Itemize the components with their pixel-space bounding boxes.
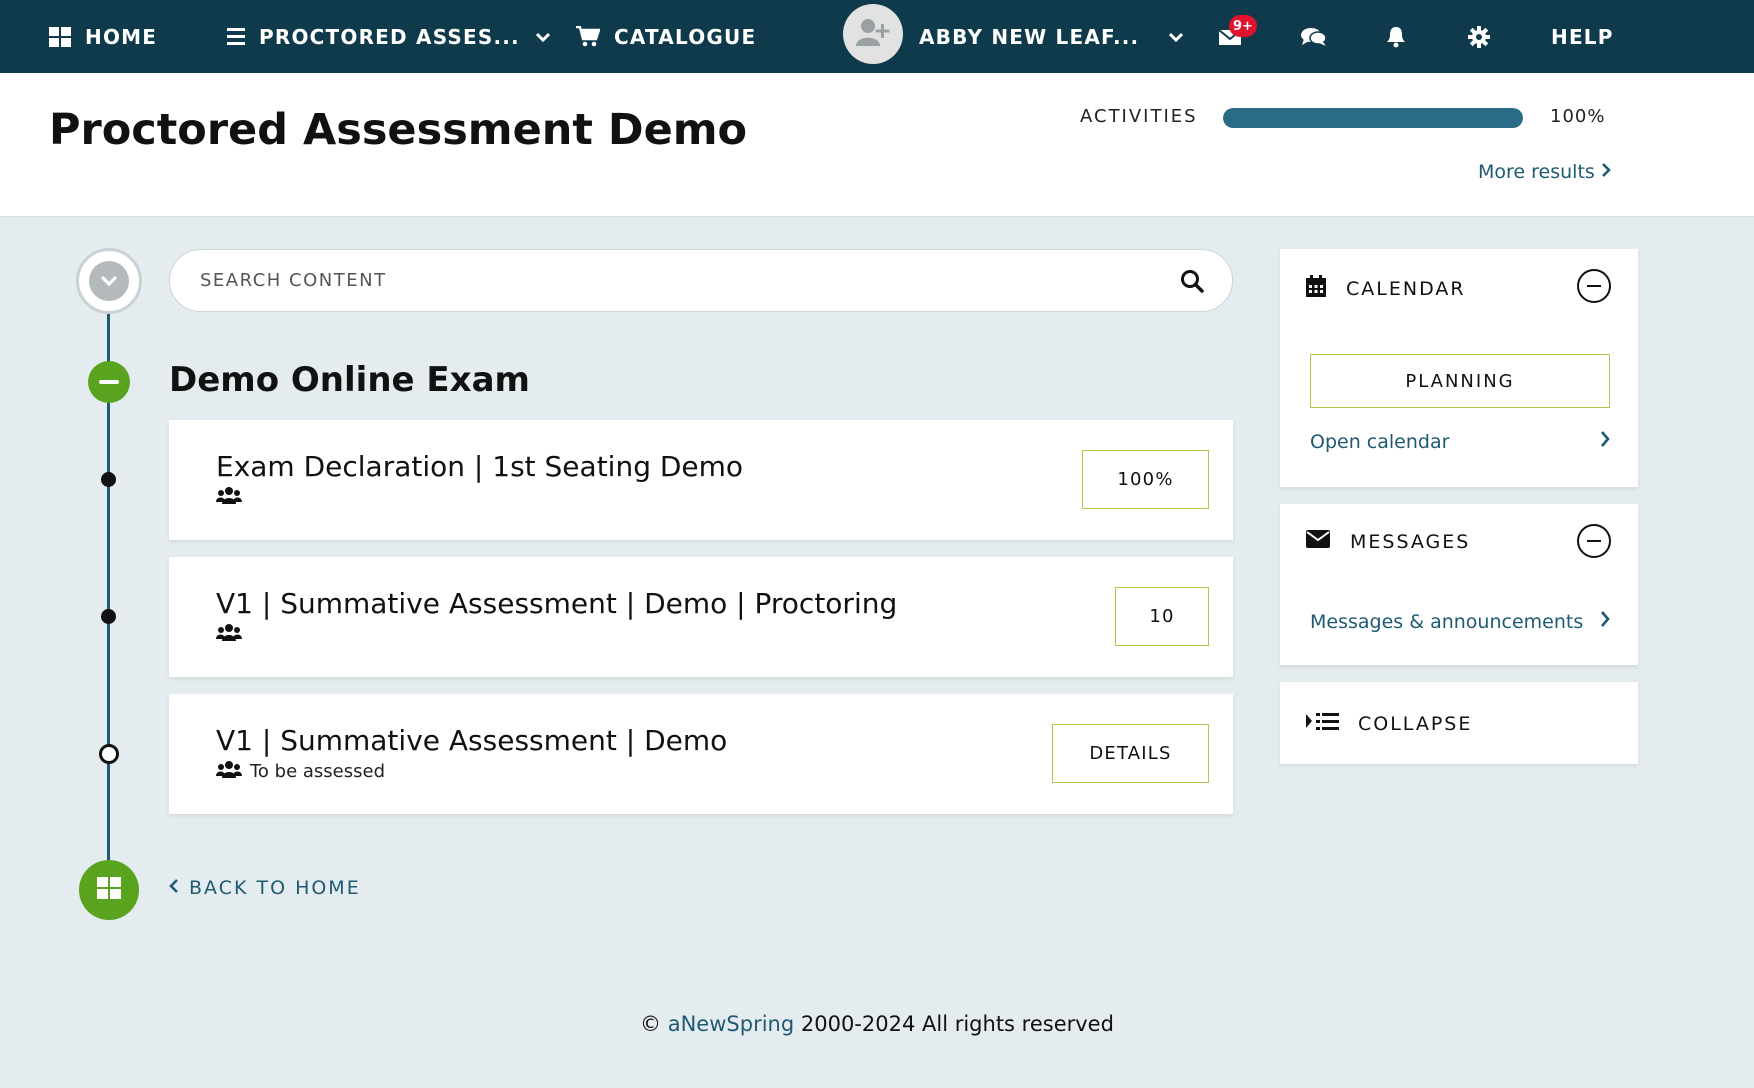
search-bar (169, 249, 1233, 312)
activity-status: To be assessed (250, 761, 386, 782)
timeline-dot-open (99, 744, 119, 764)
users-icon (216, 623, 242, 646)
calendar-icon (1306, 275, 1326, 302)
activity-score-button[interactable]: 10 (1115, 587, 1209, 646)
activities-progress-fill (1223, 108, 1523, 128)
search-icon[interactable] (1180, 269, 1204, 297)
activity-card[interactable]: Exam Declaration | 1st Seating Demo 100% (169, 420, 1233, 540)
nav-catalogue-label: CATALOGUE (614, 24, 757, 49)
envelope-icon (1306, 530, 1330, 553)
collapse-panel-title: COLLAPSE (1358, 712, 1473, 735)
top-navigation-bar: HOME PROCTORED ASSES... CATALOGUE ABBY N… (0, 0, 1754, 73)
activities-progress-bar (1223, 108, 1523, 128)
avatar[interactable] (843, 4, 903, 64)
more-results-link[interactable]: More results (1478, 161, 1611, 183)
activity-title: V1 | Summative Assessment | Demo (216, 724, 728, 757)
activity-meta (216, 623, 250, 646)
nav-catalogue[interactable]: CATALOGUE (576, 0, 756, 73)
section-collapse-toggle[interactable] (88, 361, 130, 403)
back-to-home-link[interactable]: BACK TO HOME (169, 877, 361, 899)
nav-user-dropdown[interactable]: ABBY NEW LEAF... (919, 0, 1184, 73)
nav-user-label: ABBY NEW LEAF... (919, 24, 1140, 49)
cart-icon (576, 26, 600, 47)
messages-collapse-toggle[interactable] (1577, 524, 1611, 558)
messages-announcements-link[interactable]: Messages & announcements (1310, 610, 1610, 633)
collapse-panel[interactable]: COLLAPSE (1280, 682, 1638, 764)
activity-card[interactable]: V1 | Summative Assessment | Demo To be a… (169, 694, 1233, 814)
calendar-panel-title: CALENDAR (1346, 277, 1466, 300)
nav-home[interactable]: HOME (49, 0, 157, 73)
chevron-left-icon (169, 877, 179, 899)
open-calendar-label: Open calendar (1310, 430, 1450, 453)
messages-panel-header: MESSAGES (1306, 530, 1470, 553)
nav-course-label: PROCTORED ASSES... (259, 24, 520, 49)
minus-icon (1587, 540, 1601, 542)
nav-home-label: HOME (85, 24, 158, 49)
bell-icon (1386, 26, 1406, 48)
users-icon (216, 760, 242, 783)
gear-icon (1468, 25, 1490, 48)
activities-label: ACTIVITIES (1080, 106, 1198, 127)
chevron-down-icon (1169, 32, 1184, 42)
nav-notifications[interactable] (1386, 0, 1406, 73)
activity-title: V1 | Summative Assessment | Demo | Proct… (216, 587, 898, 620)
messages-panel: MESSAGES Messages & announcements (1280, 504, 1638, 665)
activity-meta (216, 486, 250, 509)
chevron-right-icon (1600, 610, 1610, 633)
back-to-home-label: BACK TO HOME (189, 877, 361, 899)
footer-brand-link[interactable]: aNewSpring (668, 1012, 794, 1036)
messages-announcements-label: Messages & announcements (1310, 610, 1584, 633)
chevron-down-circle-icon (89, 261, 129, 301)
calendar-collapse-toggle[interactable] (1577, 269, 1611, 303)
dashboard-icon (49, 26, 71, 47)
activity-meta: To be assessed (216, 760, 385, 783)
timeline-dot-completed (101, 472, 116, 487)
collapse-panel-header: COLLAPSE (1306, 711, 1472, 736)
more-results-label: More results (1478, 161, 1595, 183)
section-title: Demo Online Exam (169, 360, 530, 400)
activity-card[interactable]: V1 | Summative Assessment | Demo | Proct… (169, 557, 1233, 677)
calendar-panel: CALENDAR PLANNING Open calendar (1280, 249, 1638, 487)
footer-copyright: © (640, 1012, 668, 1036)
users-icon (216, 486, 242, 509)
nav-help-label: HELP (1551, 24, 1614, 49)
activity-title: Exam Declaration | 1st Seating Demo (216, 450, 744, 483)
chevron-right-icon (1600, 430, 1610, 453)
timeline-home-button[interactable] (79, 860, 139, 920)
menu-icon (227, 28, 245, 45)
page-title: Proctored Assessment Demo (49, 105, 748, 155)
collapse-sidebar-icon (1306, 711, 1340, 736)
nav-settings[interactable] (1468, 0, 1490, 73)
minus-icon (99, 380, 119, 384)
nav-chat[interactable] (1301, 0, 1327, 73)
chat-icon (1301, 27, 1327, 47)
minus-icon (1587, 285, 1601, 287)
chevron-right-icon (1601, 161, 1611, 183)
nav-course-dropdown[interactable]: PROCTORED ASSES... (227, 0, 550, 73)
details-button[interactable]: DETAILS (1052, 724, 1209, 783)
notification-badge: 9+ (1229, 15, 1257, 37)
footer-rights: 2000-2024 All rights reserved (794, 1012, 1114, 1036)
activity-score-button[interactable]: 100% (1082, 450, 1209, 509)
footer: © aNewSpring 2000-2024 All rights reserv… (0, 1012, 1754, 1036)
open-calendar-link[interactable]: Open calendar (1310, 430, 1610, 453)
messages-panel-title: MESSAGES (1350, 530, 1471, 553)
timeline-dot-completed (101, 609, 116, 624)
timeline-expand-toggle[interactable] (76, 248, 142, 314)
dashboard-icon (97, 877, 121, 903)
planning-button[interactable]: PLANNING (1310, 354, 1610, 408)
search-input[interactable] (200, 250, 1150, 311)
activities-progress-value: 100% (1550, 106, 1606, 127)
course-header: Proctored Assessment Demo ACTIVITIES 100… (0, 73, 1754, 217)
user-add-icon (856, 18, 890, 50)
calendar-panel-header: CALENDAR (1306, 275, 1466, 302)
nav-help[interactable]: HELP (1551, 0, 1614, 73)
chevron-down-icon (535, 32, 550, 42)
